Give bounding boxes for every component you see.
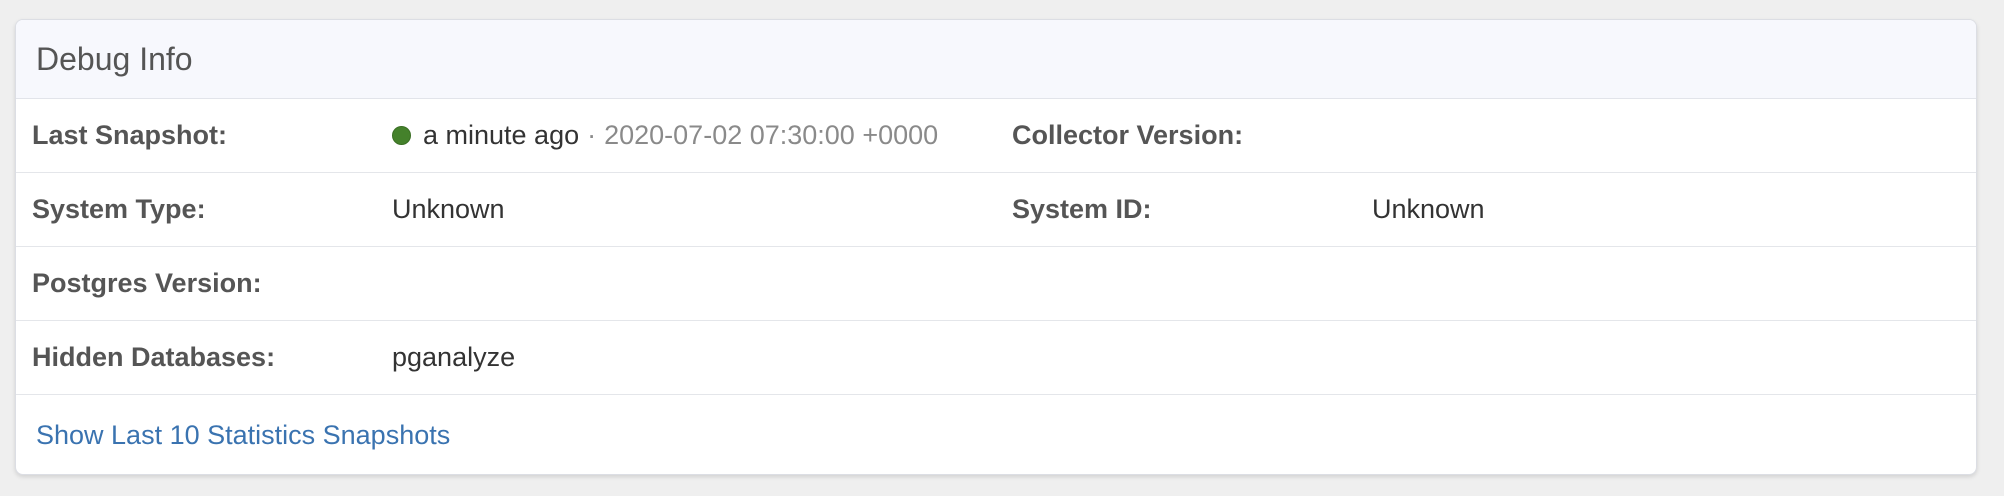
system-type-value: Unknown (392, 194, 505, 224)
row-last-snapshot: Last Snapshot: a minute ago · 2020-07-02… (16, 99, 1976, 173)
row-postgres-version: Postgres Version: (16, 247, 1976, 321)
show-snapshots-link[interactable]: Show Last 10 Statistics Snapshots (36, 420, 450, 451)
last-snapshot-relative-time: a minute ago (423, 120, 580, 150)
last-snapshot-timestamp: 2020-07-02 07:30:00 +0000 (604, 120, 939, 150)
status-ok-icon (392, 126, 411, 145)
collector-version-label: Collector Version: (1012, 120, 1244, 150)
timestamp-separator: · (587, 120, 597, 150)
row-system-type: System Type: Unknown System ID: Unknown (16, 173, 1976, 247)
system-id-value: Unknown (1372, 194, 1485, 224)
last-snapshot-label: Last Snapshot: (32, 120, 228, 150)
system-id-label: System ID: (1012, 194, 1152, 224)
panel-title: Debug Info (36, 40, 193, 77)
panel-footer: Show Last 10 Statistics Snapshots (16, 395, 1976, 474)
row-hidden-databases: Hidden Databases: pganalyze (16, 321, 1976, 395)
last-snapshot-value: a minute ago · 2020-07-02 07:30:00 +0000 (392, 99, 938, 172)
hidden-databases-label: Hidden Databases: (32, 342, 276, 372)
system-type-label: System Type: (32, 194, 206, 224)
postgres-version-label: Postgres Version: (32, 268, 262, 298)
hidden-databases-value: pganalyze (392, 342, 516, 372)
debug-info-panel: Debug Info Last Snapshot: a minute ago ·… (15, 19, 1977, 475)
panel-header: Debug Info (16, 20, 1976, 99)
